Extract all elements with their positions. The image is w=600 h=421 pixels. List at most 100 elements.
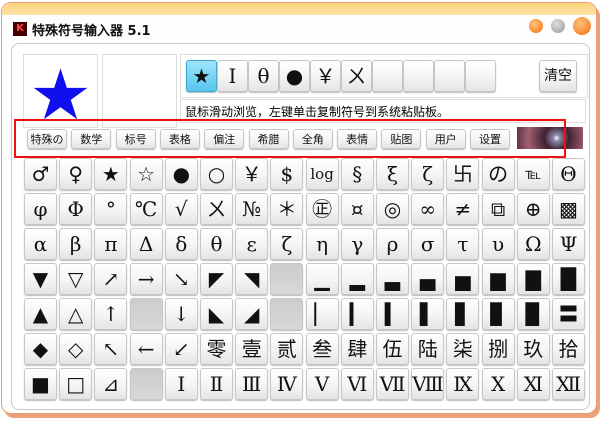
symbol-cell[interactable]: ▆ [482,263,515,295]
tab-5[interactable]: 希腊 [249,129,289,149]
symbol-cell[interactable]: ↙ [165,333,198,365]
symbol-cell[interactable]: Δ [130,228,163,260]
symbol-cell[interactable]: ☆ [130,158,163,190]
symbol-cell[interactable]: 贰 [270,333,303,365]
symbol-cell[interactable]: ≠ [446,193,479,225]
symbol-cell[interactable]: ζ [270,228,303,260]
symbol-cell[interactable]: 柒 [446,333,479,365]
symbol-cell[interactable]: ▅ [446,263,479,295]
recent-symbol-button[interactable] [434,60,465,92]
maximize-button[interactable] [551,19,565,33]
symbol-cell[interactable]: Ⅶ [376,368,409,400]
symbol-cell[interactable]: π [94,228,127,260]
symbol-cell[interactable]: Ⅰ [165,368,198,400]
tab-8[interactable]: 贴图 [381,129,421,149]
symbol-cell[interactable]: Ψ [552,228,585,260]
symbol-cell[interactable]: Ⅷ [411,368,444,400]
symbol-cell[interactable]: 肆 [341,333,374,365]
symbol-cell[interactable]: Ⅹ [482,368,515,400]
symbol-cell[interactable]: $ [270,158,303,190]
symbol-cell[interactable]: ◎ [376,193,409,225]
symbol-cell[interactable]: φ [24,193,57,225]
symbol-cell[interactable]: 卐 [446,158,479,190]
symbol-cell[interactable] [130,368,163,400]
symbol-cell[interactable]: ⊕ [517,193,550,225]
symbol-cell[interactable]: ▋ [446,298,479,330]
recent-symbol-button[interactable]: ￥ [310,60,341,92]
symbol-cell[interactable]: ρ [376,228,409,260]
symbol-cell[interactable]: Ⅸ [446,368,479,400]
recent-symbol-button[interactable] [465,60,496,92]
symbol-cell[interactable]: → [130,263,163,295]
symbol-cell[interactable]: ℃ [130,193,163,225]
symbol-cell[interactable]: ζ [411,158,444,190]
symbol-cell[interactable]: √ [165,193,198,225]
symbol-cell[interactable]: ▂ [341,263,374,295]
symbol-cell[interactable]: ° [94,193,127,225]
symbol-cell[interactable]: № [235,193,268,225]
tab-4[interactable]: 偏注 [204,129,244,149]
symbol-cell[interactable]: Ⅲ [235,368,268,400]
symbol-cell[interactable]: ▄ [411,263,444,295]
symbol-cell[interactable]: ♂ [24,158,57,190]
symbol-cell[interactable]: β [59,228,92,260]
symbol-cell[interactable]: ◇ [59,333,92,365]
symbol-cell[interactable]: ◢ [235,298,268,330]
tab-2[interactable]: 标号 [116,129,156,149]
skin-thumbnail[interactable] [517,127,583,149]
symbol-cell[interactable]: ¤ [341,193,374,225]
symbol-cell[interactable]: ε [235,228,268,260]
symbol-cell[interactable]: Ⅺ [517,368,550,400]
symbol-cell[interactable]: ▇ [517,263,550,295]
symbol-cell[interactable]: ▲ [24,298,57,330]
symbol-cell[interactable]: ㊣ [306,193,339,225]
symbol-cell[interactable]: ▃ [376,263,409,295]
symbol-cell[interactable]: ▩ [552,193,585,225]
tab-10[interactable]: 设置 [470,129,510,149]
symbol-cell[interactable]: ◆ [24,333,57,365]
symbol-cell[interactable]: Ω [517,228,550,260]
symbol-cell[interactable]: ⧉ [482,193,515,225]
symbol-cell[interactable]: 叁 [306,333,339,365]
tab-3[interactable]: 表格 [160,129,200,149]
symbol-cell[interactable]: ↗ [94,263,127,295]
symbol-cell[interactable]: □ [59,368,92,400]
symbol-cell[interactable]: ■ [24,368,57,400]
symbol-cell[interactable]: ◤ [200,263,233,295]
symbol-cell[interactable]: ▉ [517,298,550,330]
symbol-cell[interactable] [130,298,163,330]
tab-7[interactable]: 表情 [337,129,377,149]
recent-symbol-button[interactable]: Ⅰ [217,60,248,92]
symbol-cell[interactable]: η [306,228,339,260]
symbol-cell[interactable]: Ⅴ [306,368,339,400]
symbol-cell[interactable]: ♀ [59,158,92,190]
symbol-cell[interactable]: ￥ [235,158,268,190]
symbol-cell[interactable]: ⊿ [94,368,127,400]
symbol-cell[interactable]: 拾 [552,333,585,365]
tab-9[interactable]: 用户 [426,129,466,149]
symbol-cell[interactable]: θ [200,228,233,260]
symbol-cell[interactable]: Ⅳ [270,368,303,400]
symbol-cell[interactable]: ξ [376,158,409,190]
symbol-cell[interactable]: △ [59,298,92,330]
symbol-cell[interactable]: の [482,158,515,190]
symbol-cell[interactable]: 玖 [517,333,550,365]
symbol-cell[interactable]: Φ [59,193,92,225]
recent-symbol-button[interactable]: ㄨ [341,60,372,92]
symbol-cell[interactable] [270,298,303,330]
symbol-cell[interactable]: ▽ [59,263,92,295]
tab-6[interactable]: 全角 [293,129,333,149]
tab-1[interactable]: 数学 [71,129,111,149]
symbol-cell[interactable]: ▁ [306,263,339,295]
symbol-cell[interactable]: α [24,228,57,260]
symbol-cell[interactable]: ▼ [24,263,57,295]
symbol-cell[interactable]: ℡ [517,158,550,190]
symbol-cell[interactable]: σ [411,228,444,260]
symbol-cell[interactable]: γ [341,228,374,260]
symbol-cell[interactable]: ← [130,333,163,365]
symbol-cell[interactable]: ↓ [165,298,198,330]
symbol-cell[interactable]: 〓 [552,298,585,330]
symbol-cell[interactable] [270,263,303,295]
recent-symbol-button[interactable]: ● [279,60,310,92]
symbol-cell[interactable]: Θ [552,158,585,190]
